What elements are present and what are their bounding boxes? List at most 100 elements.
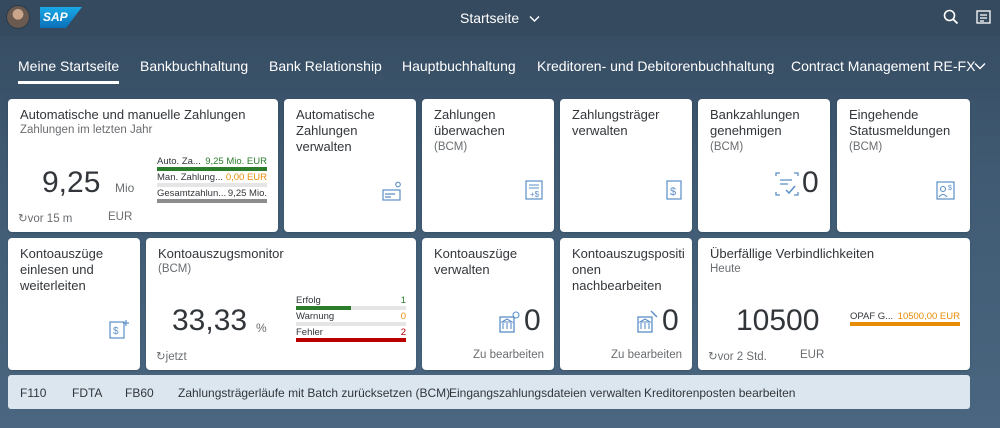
receipt-dollar-icon: $ [664, 179, 686, 201]
status-bar-fill [296, 338, 406, 342]
svg-text:+$: +$ [530, 190, 540, 199]
tile-kontoauszugspositionen[interactable]: Kontoauszugspositi onen nachbearbeiten 0… [560, 238, 692, 370]
tile-kontoauszuege-einlesen[interactable]: Kontoauszüge einlesen und weiterleiten $ [8, 238, 140, 370]
tile-automatische-manuelle-zahlungen[interactable]: Automatische und manuelle Zahlungen Zahl… [8, 99, 278, 232]
tab-kreditoren-debitoren[interactable]: Kreditoren- und Debitorenbuchhaltung [537, 58, 774, 74]
currency-label: EUR [108, 211, 133, 223]
link-fb60[interactable]: FB60 [125, 386, 154, 400]
link-fdta[interactable]: FDTA [72, 386, 102, 400]
link-zahlungstraegerlaeufe[interactable]: Zahlungsträgerläufe mit Batch zurücksetz… [178, 386, 450, 400]
comparison-value: 9,25 Mio. [227, 188, 267, 199]
comparison-value: 0,00 EUR [225, 172, 267, 183]
overdue-label: OPAF G... [850, 311, 894, 322]
refresh-indicator[interactable]: ↻vor 2 Std. [708, 349, 767, 363]
search-icon[interactable] [942, 8, 960, 26]
refresh-text: vor 15 m [27, 213, 73, 225]
tile-title: Zahlungsträger verwalten [572, 107, 660, 138]
overdue-bar-fill [850, 322, 960, 326]
comparison-bar-fill [157, 167, 267, 171]
tile-kontoauszugsmonitor[interactable]: Kontoauszugsmonitor (BCM) 33,33 % Erfolg… [146, 238, 416, 370]
approve-payments-icon [774, 171, 800, 197]
comparison-label: Man. Zahlung... [157, 172, 224, 183]
tile-eingehende-statusmeldungen[interactable]: Eingehende Statusmeldungen (BCM) $ [837, 99, 970, 232]
comparison-bar [157, 199, 267, 203]
bank-statement-edit-icon [634, 309, 660, 335]
tab-bank-relationship[interactable]: Bank Relationship [269, 58, 382, 74]
overdue-value: 10500,00 EUR [897, 311, 960, 322]
link-tile-bar: F110 FDTA FB60 Zahlungsträgerläufe mit B… [8, 375, 970, 409]
tile-bankzahlungen-genehmigen[interactable]: Bankzahlungen genehmigen (BCM) 0 [698, 99, 830, 232]
shell-title: Startseite [459, 10, 520, 26]
svg-text:$: $ [948, 185, 952, 192]
tile-subtitle: (BCM) [434, 141, 468, 153]
tile-title: Kontoauszüge verwalten [434, 246, 518, 277]
status-label: Fehler [296, 327, 323, 338]
status-chart: Erfolg 1 Warnung 0 Fehler 2 [296, 295, 406, 343]
status-label: Erfolg [296, 295, 321, 306]
tile-title: Kontoauszüge einlesen und weiterleiten [20, 246, 104, 293]
tile-title: Eingehende Statusmeldungen [849, 107, 951, 138]
tab-meine-startseite[interactable]: Meine Startseite [18, 58, 120, 84]
svg-text:$: $ [670, 186, 676, 198]
status-label: Warnung [296, 311, 335, 322]
svg-text:$: $ [113, 326, 119, 337]
tabs-overflow-chevron-icon[interactable] [974, 58, 986, 74]
comparison-row: Gesamtzahlun... 9,25 Mio. [157, 188, 267, 204]
notifications-menu-icon[interactable] [975, 8, 993, 26]
status-value: 0 [400, 311, 406, 322]
tile-title: Bankzahlungen genehmigen [710, 107, 800, 138]
tile-kontoauszuege-verwalten[interactable]: Kontoauszüge verwalten 0 Zu bearbeiten [422, 238, 554, 370]
overdue-row: OPAF G... 10500,00 EUR [850, 311, 960, 327]
shell-bar: SAP Startseite [0, 0, 1000, 36]
kpi-scale: Mio [115, 181, 135, 195]
comparison-row: Auto. Za... 9,25 Mio. EUR [157, 156, 267, 172]
link-eingangszahlungsdateien[interactable]: Eingangszahlungsdateien verwalten [449, 386, 641, 400]
tile-title: Automatische und manuelle Zahlungen [20, 107, 246, 122]
tab-bar: Meine Startseite Bankbuchhaltung Bank Re… [0, 48, 1000, 86]
tile-title: Überfällige Verbindlichkeiten [710, 246, 875, 261]
status-bar [296, 322, 406, 326]
status-bar [296, 338, 406, 342]
tile-zahlungen-ueberwachen[interactable]: Zahlungen überwachen (BCM) +$ [422, 99, 554, 232]
comparison-bar-fill [157, 199, 267, 203]
tab-contract-management[interactable]: Contract Management RE-FX [791, 58, 975, 74]
currency-label: EUR [800, 349, 825, 361]
overdue-bar [850, 322, 960, 326]
tile-title: Kontoauszugsmonitor [158, 246, 284, 261]
refresh-indicator[interactable]: ↻vor 15 m [18, 211, 72, 225]
tile-title: Kontoauszugspositi onen nachbearbeiten [572, 246, 685, 293]
tile-title: Zahlungen überwachen [434, 107, 505, 138]
link-kreditorenposten[interactable]: Kreditorenposten bearbeiten [644, 386, 795, 400]
kpi-value: 0 [524, 304, 541, 337]
tab-bankbuchhaltung[interactable]: Bankbuchhaltung [140, 58, 248, 74]
shell-title-menu[interactable]: Startseite [0, 10, 1000, 26]
status-row: Fehler 2 [296, 327, 406, 343]
tile-subtitle: (BCM) [158, 263, 192, 275]
tile-automatische-zahlungen-verwalten[interactable]: Automatische Zahlungen verwalten [284, 99, 416, 232]
refresh-icon: ↻ [18, 213, 28, 225]
tab-hauptbuchhaltung[interactable]: Hauptbuchhaltung [402, 58, 516, 74]
kpi-unit: % [256, 321, 267, 335]
status-value: 2 [400, 327, 406, 338]
chevron-down-icon [529, 10, 540, 26]
tile-zahlungstraeger-verwalten[interactable]: Zahlungsträger verwalten $ [560, 99, 692, 232]
kpi-value: 0 [662, 304, 679, 337]
tile-subtitle: (BCM) [849, 141, 883, 153]
overdue-chart: OPAF G... 10500,00 EUR [850, 311, 960, 327]
document-dollar-icon: +$ [524, 179, 546, 201]
status-bar-fill [296, 306, 351, 310]
tile-ueberfaellige-verbindlichkeiten[interactable]: Überfällige Verbindlichkeiten Heute 1050… [698, 238, 970, 370]
tile-title: Automatische Zahlungen verwalten [296, 107, 375, 154]
tile-subtitle: Zahlungen im letzten Jahr [20, 124, 153, 136]
refresh-indicator[interactable]: ↻jetzt [156, 349, 187, 363]
comparison-bar [157, 183, 267, 187]
tile-footer: Zu bearbeiten [473, 349, 544, 361]
status-row: Erfolg 1 [296, 295, 406, 311]
status-row: Warnung 0 [296, 311, 406, 327]
bank-statement-icon [496, 309, 522, 335]
refresh-icon: ↻ [156, 351, 166, 363]
kpi-value: 9,25 [42, 166, 101, 199]
comparison-label: Auto. Za... [157, 156, 201, 167]
refresh-icon: ↻ [708, 351, 718, 363]
link-f110[interactable]: F110 [20, 386, 46, 400]
